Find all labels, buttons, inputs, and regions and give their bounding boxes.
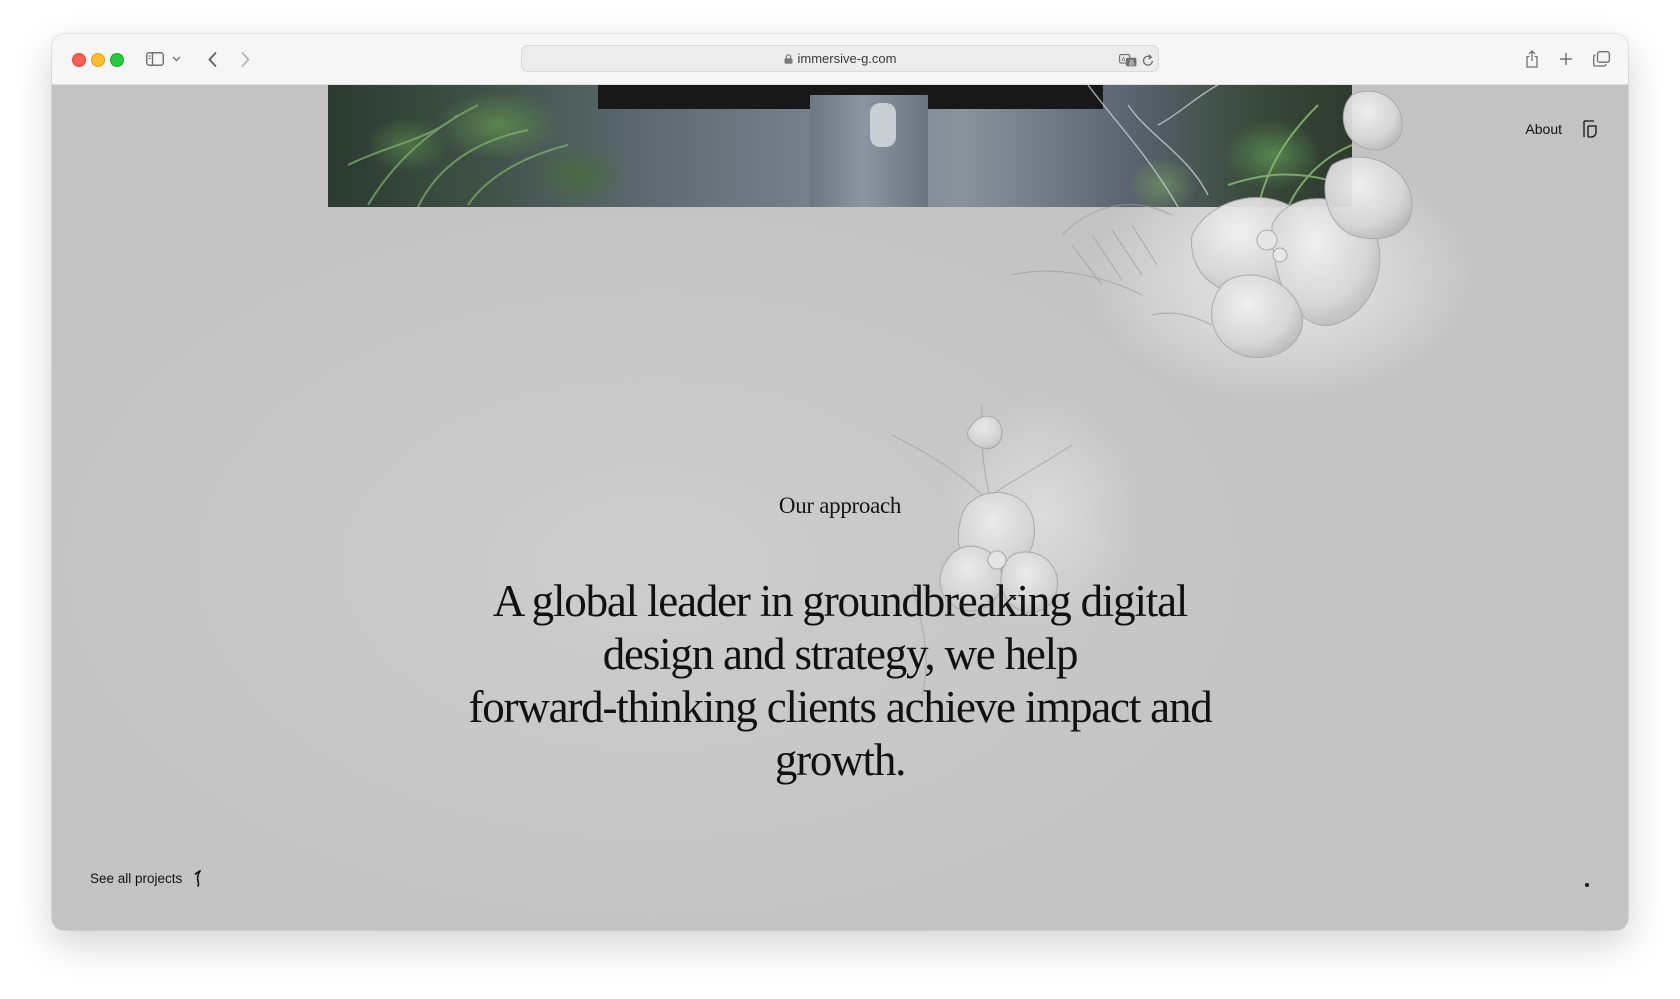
hero-pillar (810, 95, 928, 207)
forward-button[interactable] (235, 48, 255, 70)
chevron-right-icon (241, 51, 250, 67)
reload-button[interactable] (1139, 49, 1157, 71)
share-icon (1526, 50, 1538, 68)
browser-window: immersive-g.com A あ About Our approach A… (52, 34, 1628, 930)
arrow-icon (195, 870, 202, 887)
lock-icon (784, 54, 793, 64)
new-tab-button[interactable] (1556, 48, 1576, 70)
minimize-window-button[interactable] (91, 53, 105, 67)
headline-line-4: growth. (774, 735, 907, 785)
hero-plant-left (328, 85, 628, 207)
hero-video[interactable] (328, 85, 1352, 207)
address-bar[interactable]: immersive-g.com A あ (521, 45, 1159, 72)
brand-logo-icon[interactable] (1578, 117, 1602, 141)
translate-button[interactable]: A あ (1118, 49, 1138, 71)
headline: A global leader in groundbreaking digita… (440, 575, 1240, 787)
back-button[interactable] (202, 48, 222, 70)
address-url-wrap: immersive-g.com (522, 46, 1158, 73)
translate-icon: A あ (1119, 53, 1137, 66)
svg-text:あ: あ (1128, 58, 1135, 66)
plus-icon (1560, 53, 1572, 65)
browser-toolbar: immersive-g.com A あ (52, 34, 1628, 85)
hero-plant-right (1072, 85, 1352, 207)
see-all-projects-label: See all projects (90, 870, 183, 886)
nav-about-link[interactable]: About (1525, 121, 1562, 137)
close-window-button[interactable] (72, 53, 86, 67)
headline-line-2: design and strategy, we help (602, 629, 1079, 679)
zoom-window-button[interactable] (110, 53, 124, 67)
tab-overview-button[interactable] (1591, 48, 1611, 70)
see-all-projects-link[interactable]: See all projects (90, 869, 206, 887)
svg-text:A: A (1121, 55, 1126, 63)
reload-icon (1142, 53, 1153, 66)
page-indicator-dot[interactable] (1585, 883, 1589, 887)
headline-line-1: A global leader in groundbreaking digita… (492, 576, 1189, 626)
chevron-down-icon (172, 56, 180, 62)
section-kicker: Our approach (778, 493, 902, 518)
sidebar-menu-button[interactable] (170, 48, 182, 70)
sidebar-icon (146, 52, 164, 66)
sidebar-toggle-button[interactable] (144, 48, 166, 70)
share-button[interactable] (1522, 48, 1542, 70)
hero-pillar-light (870, 103, 896, 147)
address-url: immersive-g.com (797, 51, 897, 66)
tab-overview-icon (1592, 51, 1610, 67)
chevron-left-icon (207, 51, 216, 67)
web-page: About Our approach A global leader in gr… (52, 85, 1628, 930)
headline-line-3: forward-thinking clients achieve impact … (468, 682, 1212, 732)
